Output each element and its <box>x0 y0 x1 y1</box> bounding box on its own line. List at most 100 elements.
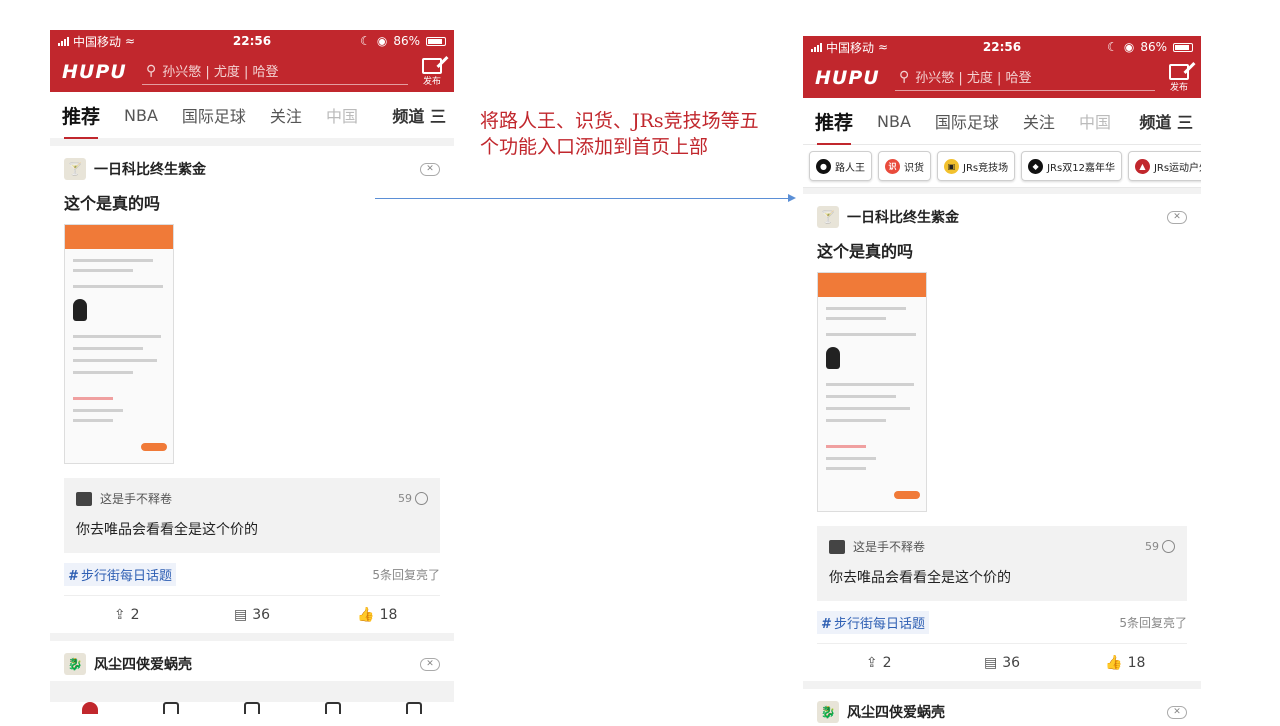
avatar[interactable]: 🍸 <box>64 158 86 180</box>
topic-hash-icon: # <box>821 616 831 632</box>
search-placeholder: 孙兴慜 | 尤度 | 哈登 <box>915 71 1032 86</box>
topic-tag[interactable]: # 步行街每日话题 <box>64 562 177 586</box>
publish-label: 发布 <box>422 76 441 87</box>
arrow-head-icon <box>788 194 796 202</box>
tab-recommend[interactable]: 推荐 <box>815 108 853 145</box>
channel-tabs: 推荐 NBA 国际足球 关注 中国 频道 三 <box>50 92 454 139</box>
moon-icon: ☾ <box>1107 40 1118 54</box>
post-actions: ⇪ 2 ▤ 36 👍 18 <box>817 643 1187 681</box>
status-bar: 中国移动 ≈ 22:56 ☾ ◉ 86% <box>50 30 454 52</box>
post-image[interactable] <box>817 272 927 512</box>
avatar[interactable]: 🐉 <box>64 653 86 675</box>
publish-label: 发布 <box>1169 82 1188 93</box>
shortcut-carnival[interactable]: ◆ JRs双12嘉年华 <box>1021 151 1122 181</box>
battery-icon <box>425 36 446 46</box>
publish-button[interactable]: 发布 <box>1169 63 1189 93</box>
light-bulb-icon[interactable] <box>415 492 428 505</box>
edit-icon <box>1169 63 1189 80</box>
tab-intl-football[interactable]: 国际足球 <box>935 109 999 133</box>
like-button[interactable]: 👍 18 <box>315 607 440 623</box>
shortcut-arena[interactable]: ▣ JRs竞技场 <box>937 151 1016 181</box>
tab-recommend[interactable]: 推荐 <box>62 102 100 139</box>
moon-icon: ☾ <box>360 34 371 48</box>
shortcut-entries: ●路人王 识识货 ▣JRs竞技场 ◆JRs双12嘉年华 ▲JRs运动户外 <box>803 144 1201 188</box>
trophy-icon[interactable] <box>163 702 180 714</box>
grid-icon[interactable] <box>405 702 422 714</box>
phone-before: 中国移动 ≈ 22:56 ☾ ◉ 86% HUPU ⚲ 孙兴慜 | 尤度 | 哈… <box>50 30 454 720</box>
post-author[interactable]: 风尘四侠爱蜗壳 <box>94 654 192 674</box>
replies-hint[interactable]: 5条回复亮了 <box>372 566 440 583</box>
tab-follow[interactable]: 关注 <box>1023 109 1055 133</box>
app-header: 中国移动 ≈ 22:56 ☾ ◉ 86% HUPU ⚲ 孙兴慜 | 尤度 | 哈… <box>50 30 454 92</box>
search-bar[interactable]: ⚲ 孙兴慜 | 尤度 | 哈登 <box>895 65 1155 91</box>
carnival-icon: ◆ <box>1028 158 1044 174</box>
status-time: 22:56 <box>982 40 1022 54</box>
news-icon[interactable] <box>243 702 260 714</box>
search-icon: ⚲ <box>146 62 157 79</box>
thumbs-up-icon: 👍 <box>1105 654 1123 671</box>
lock-rotation-icon: ◉ <box>376 34 388 48</box>
top-comment[interactable]: 这是手不释卷 59 你去唯品会看看全是这个价的 <box>64 478 440 553</box>
topic-tag[interactable]: # 步行街每日话题 <box>817 610 930 634</box>
signal-icon <box>811 42 822 52</box>
hupu-logo[interactable]: HUPU <box>62 61 142 83</box>
comment-button[interactable]: ▤ 36 <box>940 655 1063 671</box>
tab-nba[interactable]: NBA <box>877 112 911 131</box>
dismiss-icon[interactable]: ✕ <box>420 162 440 176</box>
tab-china[interactable]: 中国 <box>326 103 358 127</box>
wifi-icon: ≈ <box>878 40 889 54</box>
tab-intl-football[interactable]: 国际足球 <box>182 103 246 127</box>
post-card-2[interactable]: 🐉 风尘四侠爱蜗壳 ✕ <box>50 641 454 681</box>
signal-icon <box>58 36 69 46</box>
battery-percent: 86% <box>393 34 420 48</box>
hupu-logo[interactable]: HUPU <box>815 67 895 89</box>
comment-avatar <box>829 539 845 554</box>
post-author[interactable]: 一日科比终生紫金 <box>847 207 959 227</box>
dismiss-icon[interactable]: ✕ <box>420 657 440 671</box>
like-button[interactable]: 👍 18 <box>1064 655 1187 671</box>
channel-tabs: 推荐 NBA 国际足球 关注 中国 频道 三 <box>803 98 1201 145</box>
replies-hint[interactable]: 5条回复亮了 <box>1119 614 1187 631</box>
post-image[interactable] <box>64 224 174 464</box>
shortcut-shihuo[interactable]: 识识货 <box>878 151 931 181</box>
tab-china[interactable]: 中国 <box>1079 109 1111 133</box>
comment-likes: 59 <box>398 492 412 505</box>
comment-likes: 59 <box>1145 540 1159 553</box>
post-author[interactable]: 一日科比终生紫金 <box>94 159 206 179</box>
comment-button[interactable]: ▤ 36 <box>189 607 314 623</box>
post-title[interactable]: 这个是真的吗 <box>817 238 1187 262</box>
lock-rotation-icon: ◉ <box>1123 40 1135 54</box>
post-card[interactable]: 🍸 一日科比终生紫金 ✕ 这个是真的吗 这是手不释卷 59 你去唯品会看看全是这… <box>803 194 1201 681</box>
search-bar[interactable]: ⚲ 孙兴慜 | 尤度 | 哈登 <box>142 59 408 85</box>
channel-menu-button[interactable]: 频道 三 <box>386 103 446 127</box>
post-card-2[interactable]: 🐉 风尘四侠爱蜗壳 ✕ <box>803 689 1201 726</box>
avatar[interactable]: 🍸 <box>817 206 839 228</box>
tab-follow[interactable]: 关注 <box>270 103 302 127</box>
shortcut-outdoor[interactable]: ▲JRs运动户外 <box>1127 151 1201 181</box>
post-card[interactable]: 🍸 一日科比终生紫金 ✕ 这个是真的吗 这是手不释卷 59 你去唯品会看看全是这… <box>50 146 454 633</box>
comment-icon: ▤ <box>233 606 248 623</box>
post-title[interactable]: 这个是真的吗 <box>64 190 440 214</box>
video-icon[interactable] <box>324 702 341 714</box>
top-comment[interactable]: 这是手不释卷 59 你去唯品会看看全是这个价的 <box>817 526 1187 601</box>
app-header: 中国移动 ≈ 22:56 ☾ ◉ 86% HUPU ⚲ 孙兴慜 | 尤度 | 哈… <box>803 36 1201 98</box>
share-button[interactable]: ⇪ 2 <box>64 607 189 623</box>
carrier-label: 中国移动 <box>826 40 875 55</box>
comment-text: 你去唯品会看看全是这个价的 <box>76 522 258 538</box>
comment-text: 你去唯品会看看全是这个价的 <box>829 570 1011 586</box>
dismiss-icon[interactable]: ✕ <box>1167 210 1187 224</box>
lurenwang-icon: ● <box>816 158 831 174</box>
publish-button[interactable]: 发布 <box>422 57 442 87</box>
shortcut-lurenwang[interactable]: ● 路人王 <box>809 151 872 181</box>
annotation-note: 将路人王、识货、JRs竞技场等五个功能入口添加到首页上部 <box>480 110 759 158</box>
comment-user: 这是手不释卷 <box>853 540 926 554</box>
channel-menu-button[interactable]: 频道 三 <box>1133 109 1193 133</box>
light-bulb-icon[interactable] <box>1162 540 1175 553</box>
dismiss-icon[interactable]: ✕ <box>1167 705 1187 719</box>
post-actions: ⇪ 2 ▤ 36 👍 18 <box>64 595 440 633</box>
home-icon[interactable] <box>82 702 99 714</box>
post-author[interactable]: 风尘四侠爱蜗壳 <box>847 702 945 722</box>
tab-nba[interactable]: NBA <box>124 106 158 125</box>
comment-icon: ▤ <box>983 654 998 671</box>
share-button[interactable]: ⇪ 2 <box>817 655 940 671</box>
